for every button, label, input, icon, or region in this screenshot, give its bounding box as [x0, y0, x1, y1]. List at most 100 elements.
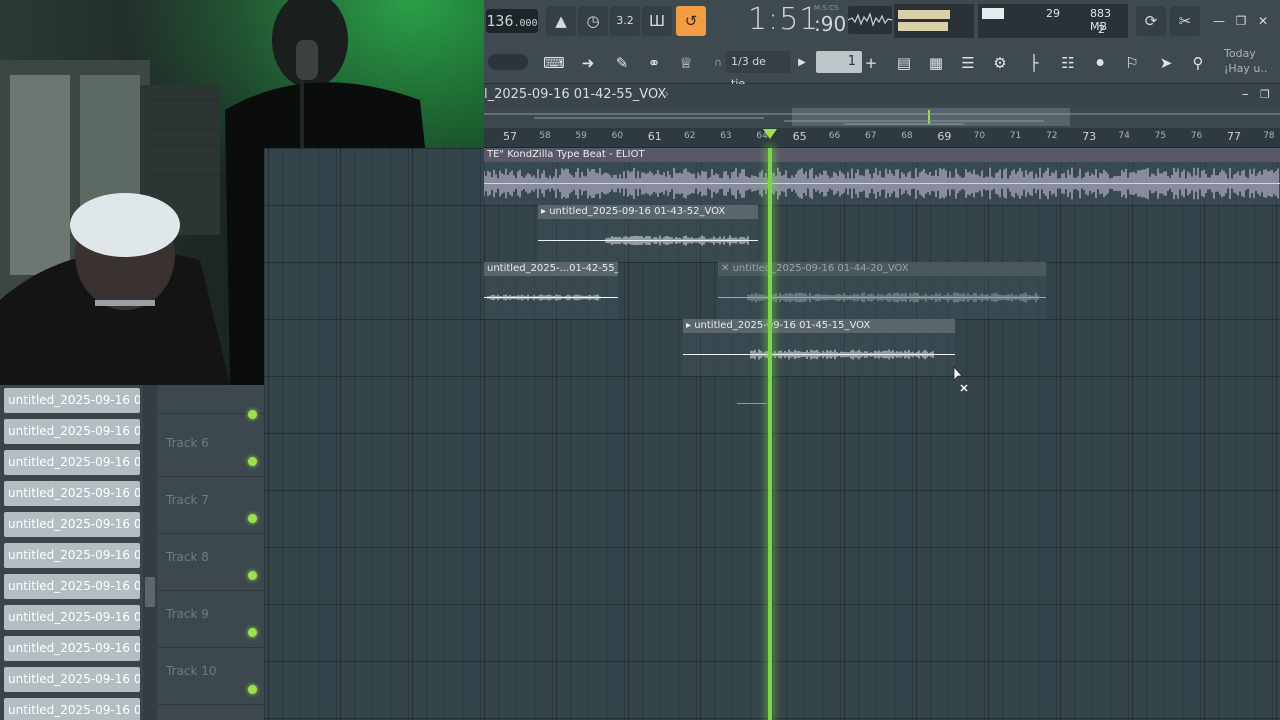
mixer-icon[interactable]: ⚙ [986, 50, 1014, 76]
track-mute-led[interactable] [248, 410, 257, 419]
track-header[interactable]: Track 6 [158, 420, 264, 477]
playlist-minimize-icon[interactable]: – [1242, 84, 1249, 106]
playlist-overview-scroller[interactable] [484, 106, 1280, 128]
touch-controller-icon[interactable]: ⚐ [1118, 50, 1146, 76]
track-mute-led[interactable] [248, 685, 257, 694]
playlist-title: l_2025-09-16 01-42-55_VOX [484, 87, 667, 102]
ruler-bar-number: 58 [539, 131, 551, 141]
chevron-right-icon[interactable]: › [664, 84, 669, 106]
audio-clip-vox-1[interactable]: ▸ untitled_2025-09-16 01-43-52_VOX [538, 205, 758, 262]
browser-item[interactable]: untitled_2025-09-16 01.. [4, 419, 140, 444]
channel-rack-icon[interactable]: ☰ [954, 50, 982, 76]
plugin-icon[interactable]: ⚫ [1086, 50, 1114, 76]
ruler-bar-number: 63 [720, 131, 732, 141]
close-icon[interactable]: ✕ [1254, 12, 1272, 30]
count-in-icon[interactable]: ◷ [578, 6, 608, 36]
piano-roll-icon[interactable]: ⌨ [540, 50, 568, 76]
track-mute-led[interactable] [248, 457, 257, 466]
pattern-selector[interactable]: 1 [816, 51, 862, 73]
master-pitch-slider[interactable] [488, 54, 528, 70]
restore-icon[interactable]: ❐ [1232, 12, 1250, 30]
browser-item[interactable]: untitled_2025-09-16 01.. [4, 450, 140, 475]
add-pattern-icon[interactable]: + [862, 50, 880, 76]
browser-item[interactable]: untitled_2025-09-16 01.. [4, 543, 140, 568]
ruler-bar-number: 57 [503, 130, 517, 143]
undo-icon[interactable]: ⟳ [1136, 6, 1166, 36]
metronome-icon[interactable]: ▲ [546, 6, 576, 36]
tempo-display[interactable]: 136.000 [486, 9, 538, 33]
browser-scroll-thumb[interactable] [145, 577, 155, 607]
track-mute-led[interactable] [248, 628, 257, 637]
snap-selector[interactable]: 1/3 de tie.. [726, 51, 790, 90]
shop-cart-icon[interactable]: ⚲ [1184, 50, 1212, 76]
clip-name: untitled_2025-09-16 01-45-15_VOX [694, 320, 871, 331]
pattern-prev-icon[interactable]: ▶ [794, 50, 810, 76]
time-sub: :90 [814, 12, 847, 36]
memory-value: 883 MB [1090, 7, 1111, 33]
oscilloscope [848, 6, 892, 34]
drag-ghost-line [737, 403, 767, 404]
playhead-line[interactable] [768, 148, 772, 720]
audio-clip-vox-2[interactable]: untitled_2025-...01-42-55_VOX [484, 262, 618, 319]
meter-left [898, 10, 950, 19]
step-sequencer-icon[interactable]: ▦ [922, 50, 950, 76]
time-display[interactable]: 1:51 M:S:CS :90 [744, 0, 847, 42]
ruler-bar-number: 74 [1118, 131, 1130, 141]
clip-label: ▸ untitled_2025-09-16 01-43-52_VOX [538, 205, 758, 219]
plugin-database-icon[interactable]: ➤ [1152, 50, 1180, 76]
clip-name: untitled_2025-09-16 01-43-52_VOX [549, 206, 726, 217]
browser-item[interactable]: untitled_2025-09-16 01.. [4, 481, 140, 506]
ruler-bar-number: 59 [575, 131, 587, 141]
browser-item[interactable]: untitled_2025-09-16 01.. [4, 636, 140, 661]
ruler-bar-number: 69 [937, 130, 952, 143]
ruler-bar-number: 71 [1009, 131, 1022, 141]
news-headline: ¡Hay u.. [1224, 62, 1268, 75]
polyphony-value: 2 [1098, 23, 1105, 36]
news-panel[interactable]: Today ¡Hay u.. [1224, 46, 1267, 76]
browser-item[interactable]: untitled_2025-09-16 01.. [4, 388, 140, 413]
cpu-memory-panel: 29 883 MB 2 [978, 4, 1128, 38]
track-headers: Track 6 Track 7 Track 8 Track 9 Track 10 [158, 385, 264, 720]
document-icon[interactable]: ☷ [1054, 50, 1082, 76]
time-ruler[interactable]: 57 58 59 60 61 62 63 64 65 66 67 68 69 70 71 72 73 74 75 76… [484, 128, 1280, 148]
loop-record-icon[interactable]: ↺ [676, 6, 706, 36]
track-header[interactable]: Track 9 [158, 591, 264, 648]
audio-clip-vox-4[interactable]: ▸ untitled_2025-09-16 01-45-15_VOX [683, 319, 955, 376]
waveform-scope-icon [848, 12, 892, 27]
link-icon[interactable]: ⚭ [640, 50, 668, 76]
track-header-partial[interactable] [158, 382, 264, 419]
track-name: Track 8 [166, 550, 209, 564]
step-edit-icon[interactable]: 3.2 [610, 6, 640, 36]
cut-icon[interactable]: ✂ [1170, 6, 1200, 36]
track-mute-led[interactable] [248, 514, 257, 523]
browser-item[interactable]: untitled_2025-09-16 01.. [4, 698, 140, 720]
browser-item[interactable]: untitled_2025-09-16 01.. [4, 667, 140, 692]
clip-waveform [484, 294, 618, 301]
ruler-bar-number: 77 [1227, 130, 1241, 143]
ruler-bar-number: 60 [611, 131, 624, 141]
playlist-maximize-icon[interactable]: ❐ [1260, 84, 1270, 106]
playlist-icon[interactable]: ▤ [890, 50, 918, 76]
audio-clip-beat[interactable]: TE" KondZilla Type Beat - ELIOT [484, 148, 1280, 205]
browser-item[interactable]: untitled_2025-09-16 01.. [4, 574, 140, 599]
typing-keyboard-icon[interactable]: Ш [642, 6, 672, 36]
clip-play-icon: ▸ [541, 206, 550, 217]
paint-brush-icon[interactable]: ✎ [608, 50, 636, 76]
ruler-bar-number: 73 [1082, 130, 1097, 143]
stamp-icon[interactable]: ♕ [672, 50, 700, 76]
clip-waveform [538, 235, 758, 246]
clip-name: untitled_2025-09-16 01-44-20_VOX [732, 263, 909, 274]
track-mute-led[interactable] [248, 571, 257, 580]
arrow-icon[interactable]: ➜ [574, 50, 602, 76]
track-header[interactable]: Track 8 [158, 534, 264, 591]
main-toolbar: 136.000 ▲ ◷ 3.2 Ш ↺ 1:51 M:S:CS :90 29 8… [484, 0, 1280, 90]
browser-tree-icon[interactable]: ├ [1020, 50, 1048, 76]
browser-item[interactable]: untitled_2025-09-16 01.. [4, 512, 140, 537]
browser-item[interactable]: untitled_2025-09-16 01.. [4, 605, 140, 630]
browser-scrollbar[interactable] [143, 385, 157, 720]
playlist-title-bar[interactable]: l_2025-09-16 01-42-55_VOX › – ❐ [484, 84, 1280, 106]
track-header[interactable]: Track 10 [158, 648, 264, 705]
minimize-icon[interactable]: — [1210, 12, 1228, 30]
playhead-marker[interactable] [763, 129, 777, 139]
track-header[interactable]: Track 7 [158, 477, 264, 534]
